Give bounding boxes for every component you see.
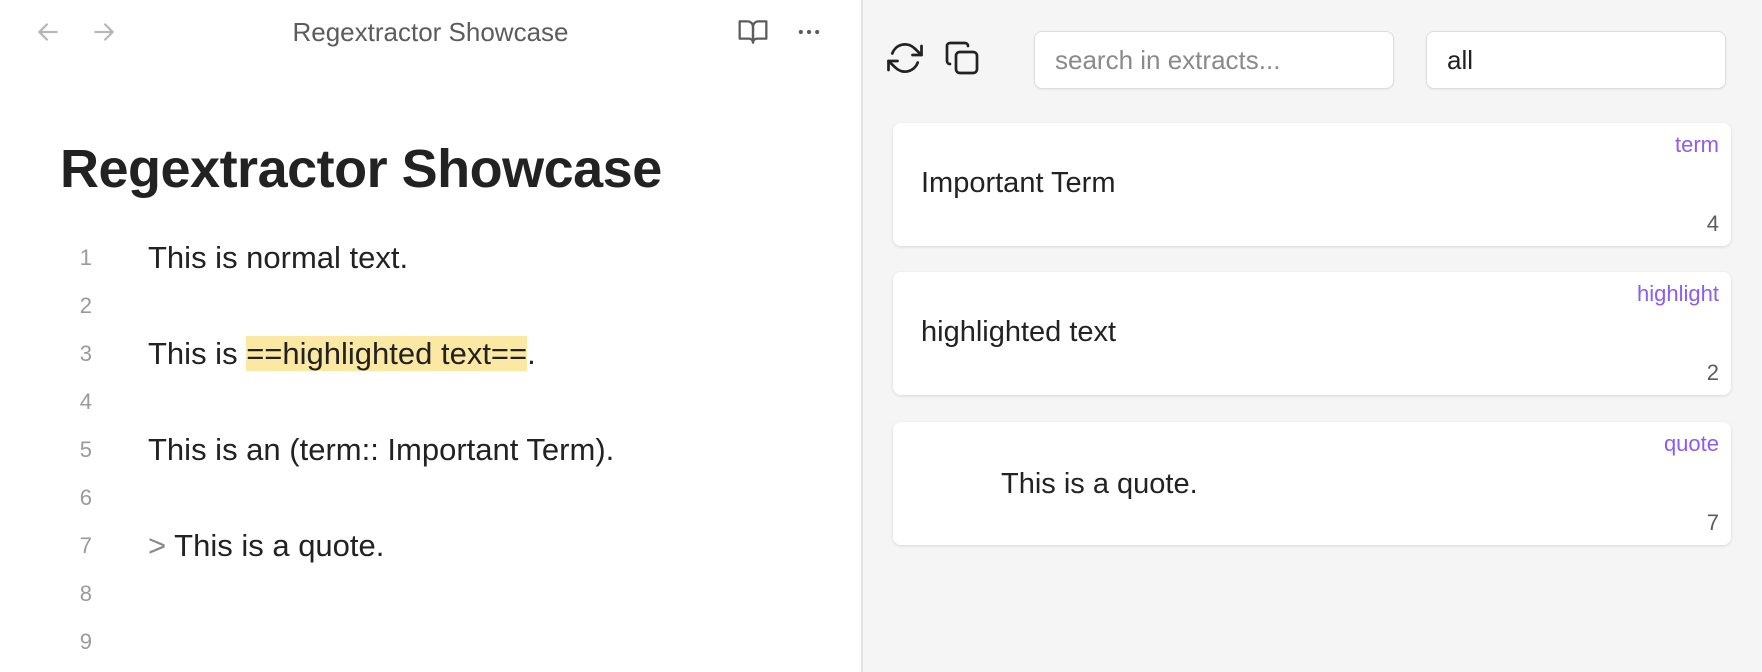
highlighted-text[interactable]: ==highlighted text== — [246, 336, 528, 371]
view-header: Regextractor Showcase — [0, 0, 861, 64]
card-text: highlighted text — [921, 316, 1117, 348]
copy-icon[interactable] — [940, 36, 984, 80]
editor-pane: Regextractor Showcase Regextractor Showc… — [0, 0, 861, 672]
filter-select[interactable]: all — [1426, 31, 1726, 89]
quote-marker: > — [148, 528, 167, 563]
line-number: 2 — [79, 293, 92, 318]
more-horizontal-icon[interactable] — [789, 12, 829, 52]
card-tag: highlight — [1637, 281, 1719, 306]
quote-text: This is a quote. — [166, 528, 385, 563]
card-tag: quote — [1663, 431, 1719, 456]
extracts-panel: all term Important Term 4 highlight high… — [863, 0, 1762, 672]
card-text: Important Term — [921, 167, 1116, 199]
editor-lines[interactable]: 1 This is normal text. 2 3 This is ==hig… — [0, 234, 861, 666]
line-text[interactable]: This is normal text. — [148, 240, 408, 276]
book-open-icon[interactable] — [733, 12, 773, 52]
editor-line[interactable]: 4 — [0, 378, 861, 426]
line-number: 9 — [79, 629, 92, 654]
editor-line[interactable]: 2 — [0, 282, 861, 330]
card-tag: term — [1675, 132, 1719, 157]
refresh-icon[interactable] — [883, 36, 927, 80]
editor-line[interactable]: 5 This is an (term:: Important Term). — [0, 426, 861, 474]
line-number: 4 — [79, 389, 92, 414]
line-number: 6 — [79, 485, 92, 510]
line-text[interactable]: This is an (term:: Important Term). — [148, 432, 614, 468]
editor-line[interactable]: 6 — [0, 474, 861, 522]
line-number: 7 — [79, 533, 92, 558]
line-text[interactable]: This is ==highlighted text==. — [148, 336, 536, 372]
extract-card-quote[interactable]: quote This is a quote. 7 — [893, 422, 1731, 545]
view-title[interactable]: Regextractor Showcase — [0, 17, 861, 48]
editor-line[interactable]: 9 — [0, 618, 861, 666]
line-text-prefix: This is — [148, 336, 247, 371]
card-line-number: 4 — [1706, 211, 1719, 236]
line-number: 1 — [79, 245, 92, 270]
extract-card-highlight[interactable]: highlight highlighted text 2 — [893, 272, 1731, 395]
search-input[interactable] — [1034, 31, 1394, 89]
editor-line[interactable]: 8 — [0, 570, 861, 618]
editor-line[interactable]: 3 This is ==highlighted text==. — [0, 330, 861, 378]
editor-line[interactable]: 1 This is normal text. — [0, 234, 861, 282]
card-line-number: 7 — [1706, 510, 1719, 535]
line-number: 3 — [79, 341, 92, 366]
extract-card-term[interactable]: term Important Term 4 — [893, 123, 1731, 246]
filter-value: all — [1447, 44, 1474, 75]
card-text: This is a quote. — [1001, 468, 1198, 500]
line-number: 5 — [79, 437, 92, 462]
editor-line[interactable]: 7 > This is a quote. — [0, 522, 861, 570]
line-text-suffix: . — [527, 336, 536, 371]
note-title[interactable]: Regextractor Showcase — [60, 138, 662, 200]
line-number: 8 — [79, 581, 92, 606]
line-text[interactable]: > This is a quote. — [148, 528, 384, 564]
card-line-number: 2 — [1706, 360, 1719, 385]
